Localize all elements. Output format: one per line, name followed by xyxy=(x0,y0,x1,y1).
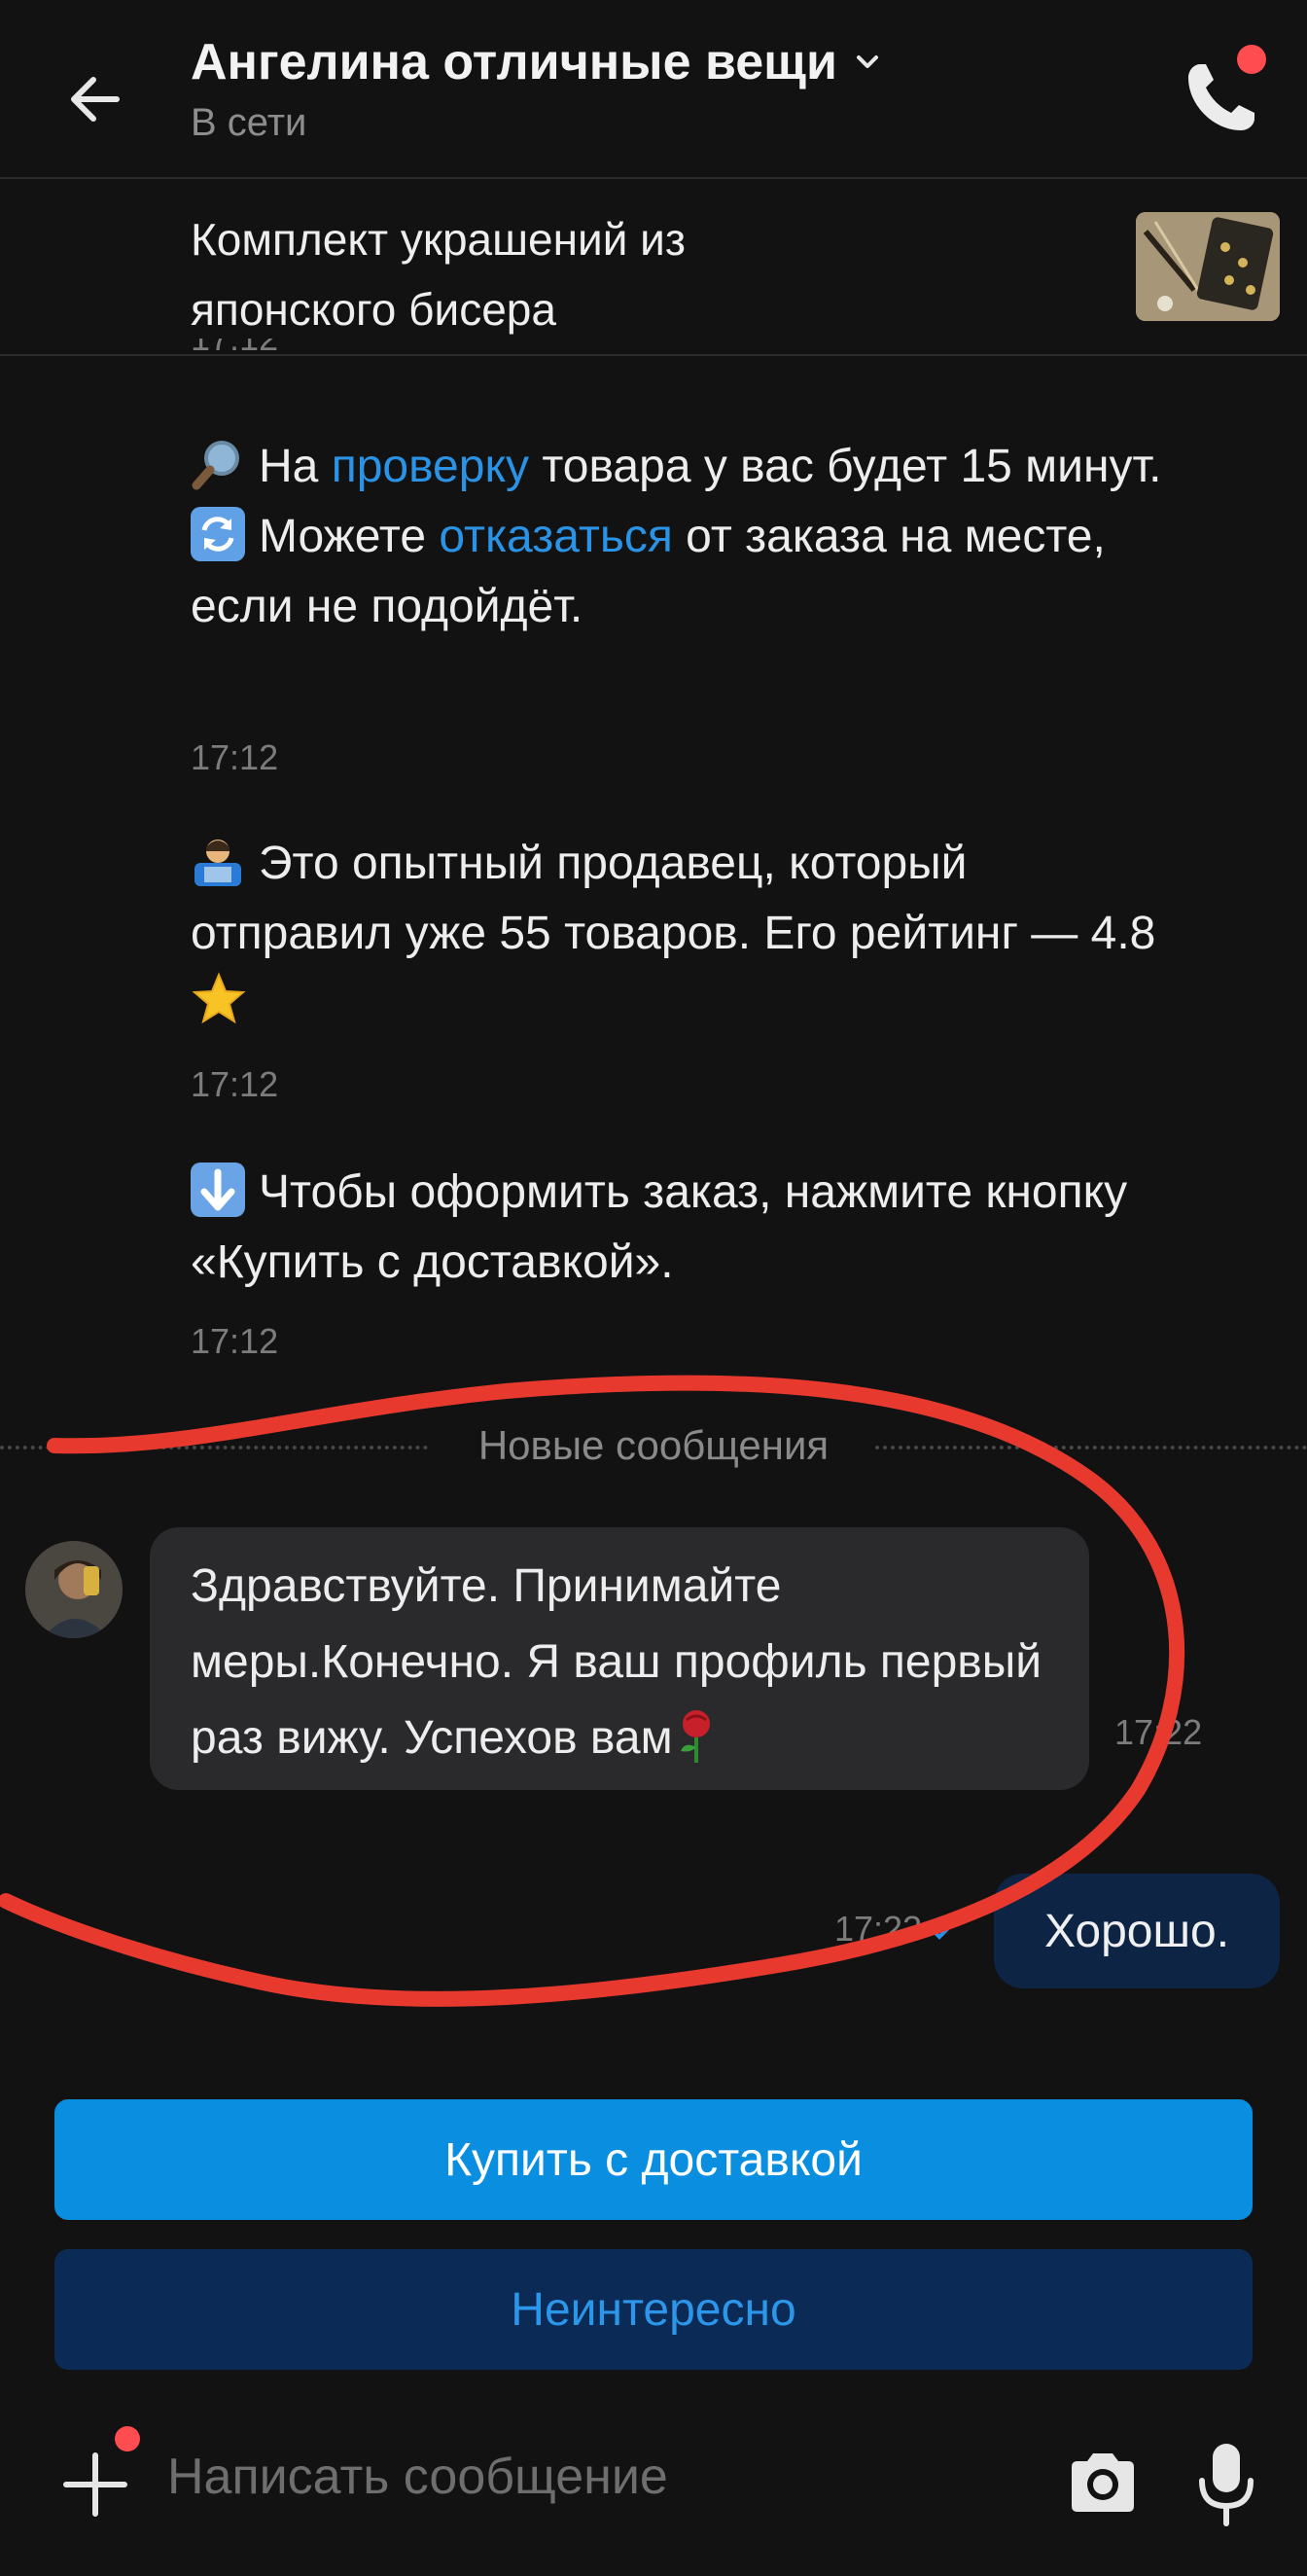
attach-button[interactable] xyxy=(58,2448,132,2522)
chevron-down-icon xyxy=(856,55,878,68)
refuse-link[interactable]: отказаться xyxy=(439,511,672,562)
text-segment: товара у вас будет 15 минут. xyxy=(528,441,1162,492)
attach-notification-dot xyxy=(115,2426,140,2451)
seller-info-text: Это опытный продавец, который отправил у… xyxy=(191,838,1156,959)
star-icon xyxy=(191,972,247,1029)
outgoing-message-time: 17:23 xyxy=(834,1909,923,1949)
system-message-seller: Это опытный продавец, который отправил у… xyxy=(191,829,1163,1039)
back-button[interactable] xyxy=(56,60,134,138)
incoming-message-bubble[interactable]: Здравствуйте. Принимайте меры.Конечно. Я… xyxy=(150,1527,1089,1790)
message-time: 17:12 xyxy=(191,737,279,777)
incoming-message-text: Здравствуйте. Принимайте меры.Конечно. Я… xyxy=(191,1549,1046,1776)
product-bar[interactable]: Комплект украшений из японского бисера xyxy=(0,179,1307,354)
contact-info[interactable]: Ангелина отличные вещи В сети xyxy=(191,33,884,145)
system-message-order: Чтобы оформить заказ, нажмите кнопку «Ку… xyxy=(191,1158,1163,1298)
arrow-left-icon xyxy=(71,77,120,122)
rose-icon xyxy=(673,1710,720,1764)
not-interested-button[interactable]: Неинтересно xyxy=(54,2249,1253,2370)
technologist-icon xyxy=(191,834,245,888)
avatar[interactable] xyxy=(25,1541,123,1638)
outgoing-message-text: Хорошо. xyxy=(1043,1905,1230,1957)
outgoing-message-meta: 17:23 xyxy=(834,1909,963,1950)
message-input[interactable] xyxy=(167,2438,1023,2516)
down-arrow-icon xyxy=(191,1163,245,1217)
call-notification-dot xyxy=(1237,45,1266,74)
outgoing-message-bubble[interactable]: Хорошо. xyxy=(994,1874,1280,1988)
camera-icon xyxy=(1072,2453,1134,2512)
separator-line xyxy=(875,1446,1307,1449)
system-message-inspection: На проверку товара у вас будет 15 минут.… xyxy=(191,432,1163,642)
camera-button[interactable] xyxy=(1066,2446,1140,2520)
magnifier-icon xyxy=(191,437,245,491)
product-title: Комплект украшений из японского бисера xyxy=(191,214,686,335)
contact-title: Ангелина отличные вещи xyxy=(191,33,884,91)
inspection-link[interactable]: проверку xyxy=(332,441,529,492)
chat-screen: Ангелина отличные вещи В сети Комплект у… xyxy=(0,0,1307,2576)
voice-message-button[interactable] xyxy=(1194,2440,1258,2527)
plus-icon xyxy=(63,2452,127,2517)
text-segment: На xyxy=(259,441,332,492)
product-thumbnail[interactable] xyxy=(1136,212,1280,321)
buy-with-delivery-button[interactable]: Купить с доставкой xyxy=(54,2099,1253,2220)
new-messages-separator: Новые сообщения xyxy=(0,1418,1307,1473)
order-info-text: Чтобы оформить заказ, нажмите кнопку «Ку… xyxy=(191,1166,1128,1288)
read-check-icon xyxy=(930,1919,958,1940)
arrows-icon xyxy=(191,507,245,561)
message-time: 17:12 xyxy=(191,339,278,360)
contact-name: Ангелина отличные вещи xyxy=(191,34,837,90)
incoming-text: Здравствуйте. Принимайте меры.Конечно. Я… xyxy=(191,1560,1042,1764)
message-time: 17:12 xyxy=(191,1064,279,1104)
text-segment: Можете xyxy=(259,511,440,562)
microphone-icon xyxy=(1199,2444,1254,2526)
message-time: 17:12 xyxy=(191,1321,279,1361)
chat-header: Ангелина отличные вещи В сети xyxy=(0,0,1307,177)
incoming-message-time: 17:22 xyxy=(1114,1712,1203,1752)
online-status: В сети xyxy=(191,101,307,144)
message-composer xyxy=(0,2403,1307,2539)
